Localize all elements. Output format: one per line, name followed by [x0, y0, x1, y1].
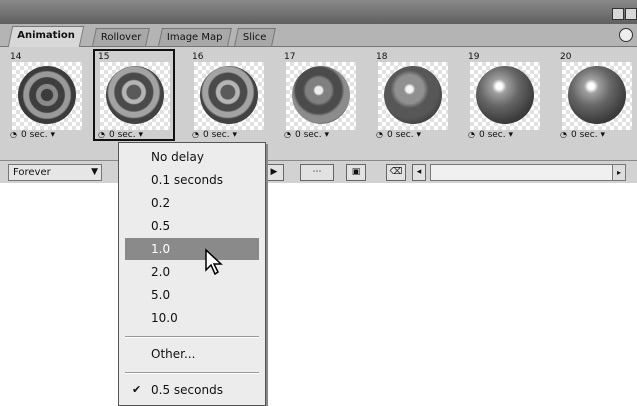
loop-dropdown-arrow-icon: ▼: [91, 167, 98, 177]
delay-option-no-delay[interactable]: No delay: [119, 146, 265, 168]
delay-option-0-2[interactable]: 0.2: [119, 192, 265, 214]
frame-delay-label: 0 sec.: [570, 130, 598, 140]
tab-image-map[interactable]: Image Map: [158, 28, 232, 46]
minimize-button[interactable]: [612, 8, 624, 20]
frame-sphere-image: [18, 66, 76, 124]
palette-tab-strip: Animation Rollover Image Map Slice: [0, 24, 637, 47]
frame-number: 19: [468, 52, 480, 62]
frame-delay-clock-icon: ◔: [376, 130, 383, 139]
frame-thumbnail: [194, 62, 264, 130]
delete-frame-button[interactable]: ⌫: [386, 164, 406, 181]
animation-controls-bar: Forever ▼ ▶ ⋯ ▣ ⌫ ◂ ▸: [0, 160, 637, 183]
mouse-pointer-icon: [205, 248, 223, 276]
frame-delay[interactable]: ◔ 0 sec. ▾: [560, 130, 605, 140]
animation-frame[interactable]: 15 ◔ 0 sec. ▾: [93, 49, 175, 141]
frame-number: 15: [98, 52, 110, 62]
frame-number: 18: [376, 52, 388, 62]
frame-delay[interactable]: ◔ 0 sec. ▾: [98, 130, 143, 140]
frame-sphere-image: [384, 66, 442, 124]
delay-option-0-1[interactable]: 0.1 seconds: [119, 169, 265, 191]
frame-scrollbar[interactable]: ▸: [430, 164, 626, 181]
frame-delay-label: 0 sec.: [202, 130, 230, 140]
tab-rollover[interactable]: Rollover: [92, 28, 151, 46]
animation-frame[interactable]: 19 ◔ 0 sec. ▾: [464, 50, 544, 140]
frame-delay[interactable]: ◔ 0 sec. ▾: [192, 130, 237, 140]
frame-sphere-image: [106, 66, 164, 124]
animation-frame[interactable]: 16 ◔ 0 sec. ▾: [188, 50, 268, 140]
checkmark-icon: ✔: [132, 383, 142, 396]
loop-options-select[interactable]: Forever ▼: [8, 164, 102, 181]
play-button[interactable]: ▶: [264, 164, 284, 181]
frame-number: 14: [10, 52, 22, 62]
tab-slice[interactable]: Slice: [234, 28, 276, 46]
frame-delay[interactable]: ◔ 0 sec. ▾: [468, 130, 513, 140]
frame-thumbnail: [286, 62, 356, 130]
delay-option-1-0[interactable]: 1.0: [125, 238, 259, 260]
frame-list: 14 ◔ 0 sec. ▾ 15 ◔ 0 sec. ▾ 16 ◔ 0 sec. ▾ 1…: [6, 49, 637, 144]
palette-title-bar[interactable]: [0, 0, 637, 24]
frame-delay-clock-icon: ◔: [468, 130, 475, 139]
delay-option-other[interactable]: Other...: [119, 343, 265, 365]
frame-delay-clock-icon: ◔: [10, 130, 17, 139]
scroll-left-button[interactable]: ◂: [412, 164, 426, 181]
menu-separator: [125, 336, 259, 338]
close-button[interactable]: [625, 8, 637, 20]
animation-palette: Animation Rollover Image Map Slice 14 ◔ 0…: [0, 0, 637, 183]
frame-thumbnail: [12, 62, 82, 130]
scroll-right-button[interactable]: ▸: [612, 165, 625, 180]
frame-thumbnail: [470, 62, 540, 130]
frame-delay-label: 0 sec.: [478, 130, 506, 140]
frame-delay-menu: No delay 0.1 seconds 0.2 0.5 1.0 2.0 5.0…: [118, 142, 266, 406]
delay-option-2-0[interactable]: 2.0: [119, 261, 265, 283]
tween-button[interactable]: ⋯: [300, 164, 334, 181]
loop-options-value: Forever: [13, 167, 51, 178]
frame-delay-clock-icon: ◔: [192, 130, 199, 139]
frame-delay-clock-icon: ◔: [284, 130, 291, 139]
animation-frame[interactable]: 20 ◔ 0 sec. ▾: [556, 50, 636, 140]
frame-number: 20: [560, 52, 572, 62]
delay-option-current[interactable]: ✔ 0.5 seconds: [119, 379, 265, 401]
animation-frame[interactable]: 17 ◔ 0 sec. ▾: [280, 50, 360, 140]
frame-delay-label: 0 sec.: [386, 130, 414, 140]
delay-option-10-0[interactable]: 10.0: [119, 307, 265, 329]
frame-sphere-image: [292, 66, 350, 124]
frame-thumbnail: [378, 62, 448, 130]
frame-delay-clock-icon: ◔: [98, 130, 105, 139]
duplicate-frame-button[interactable]: ▣: [346, 164, 366, 181]
frame-thumbnail: [100, 62, 170, 130]
tab-animation[interactable]: Animation: [7, 26, 84, 47]
delay-option-0-5[interactable]: 0.5: [119, 215, 265, 237]
menu-separator: [125, 372, 259, 374]
panel-menu-icon[interactable]: [619, 28, 633, 42]
frame-delay-label: 0 sec.: [20, 130, 48, 140]
frame-sphere-image: [476, 66, 534, 124]
frame-delay-label: 0 sec.: [108, 130, 136, 140]
frame-delay-label: 0 sec.: [294, 130, 322, 140]
delay-option-5-0[interactable]: 5.0: [119, 284, 265, 306]
frame-sphere-image: [568, 66, 626, 124]
frame-sphere-image: [200, 66, 258, 124]
frame-delay[interactable]: ◔ 0 sec. ▾: [284, 130, 329, 140]
frame-thumbnail: [562, 62, 632, 130]
animation-frame[interactable]: 18 ◔ 0 sec. ▾: [372, 50, 452, 140]
animation-frame[interactable]: 14 ◔ 0 sec. ▾: [6, 50, 86, 140]
frame-delay-clock-icon: ◔: [560, 130, 567, 139]
frame-delay[interactable]: ◔ 0 sec. ▾: [376, 130, 421, 140]
frame-number: 17: [284, 52, 296, 62]
frame-delay[interactable]: ◔ 0 sec. ▾: [10, 130, 55, 140]
frame-number: 16: [192, 52, 204, 62]
